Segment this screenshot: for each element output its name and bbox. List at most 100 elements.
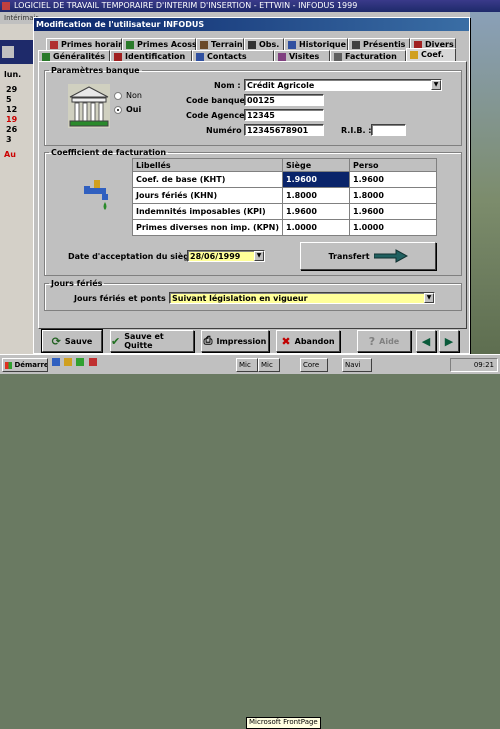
background-window-title: LOGICIEL DE TRAVAIL TEMPORAIRE D'INTERIM… (0, 0, 500, 12)
table-row: Primes diverses non imp. (KPN) 1.0000 1.… (131, 219, 437, 236)
tab-terrain[interactable]: Terrain (196, 38, 244, 50)
header-siege[interactable]: Siège (282, 158, 351, 172)
perso-cell[interactable]: 1.0000 (349, 219, 437, 236)
user-edit-dialog: Modification de l'utilisateur INFODUS Pr… (33, 17, 470, 354)
siege-cell[interactable]: 1.9600 (282, 203, 351, 220)
background-image (470, 12, 500, 354)
table-header-row: Libellés Siège Perso (131, 158, 437, 172)
acceptance-date-label: Date d'acceptation du siège : (68, 252, 201, 261)
tab-presentis[interactable]: Présentis (348, 38, 410, 50)
tab-obs[interactable]: Obs. (244, 38, 284, 50)
holidays-select[interactable]: Suivant législation en vigueur ▼ (169, 292, 435, 304)
explorer-icon[interactable] (64, 358, 73, 366)
rib-label: R.I.B. : (341, 126, 372, 135)
task-button[interactable]: Core (300, 358, 328, 372)
calendar-icon (278, 53, 286, 61)
arrow-right-icon: ▶ (444, 334, 454, 348)
start-button[interactable]: Démarrer (2, 358, 48, 372)
perso-cell[interactable]: 1.9600 (349, 171, 437, 188)
taskbar: Démarrer Mic Mic Core Navi Microsoft Fro… (0, 354, 500, 729)
agency-code-label: Code Agence : (186, 111, 251, 120)
app-icon[interactable] (88, 358, 97, 366)
rib-input[interactable] (371, 124, 406, 136)
id-card-icon (114, 53, 122, 61)
tab-coef[interactable]: Coef. (406, 48, 456, 62)
chevron-down-icon[interactable]: ▼ (254, 251, 264, 261)
siege-cell[interactable]: 1.9600 (282, 171, 351, 188)
perso-cell[interactable]: 1.8000 (349, 187, 437, 204)
save-and-quit-button[interactable]: ✔ Sauve et Quitte (110, 330, 194, 352)
task-button[interactable]: Mic (236, 358, 258, 372)
header-libelles[interactable]: Libellés (131, 158, 284, 172)
tools-icon (200, 41, 208, 49)
row-label: Jours fériés (KHN) (131, 187, 284, 204)
tab-historique[interactable]: Historique (284, 38, 348, 50)
bank-parameters-legend: Paramètres banque (51, 66, 140, 75)
account-number-input[interactable]: 12345678901 (244, 124, 324, 136)
header-perso[interactable]: Perso (349, 158, 437, 172)
print-button[interactable]: ⎙ Impression (201, 330, 269, 352)
agency-code-input[interactable]: 12345 (244, 109, 324, 121)
holidays-legend: Jours fériés (51, 279, 103, 288)
row-label: Coef. de base (KHT) (131, 171, 284, 188)
arrow-right-icon (373, 249, 408, 263)
history-icon (288, 41, 296, 49)
close-icon: ✖ (281, 334, 291, 348)
system-tray: 09:21 (450, 358, 498, 372)
tab-primes-acoss[interactable]: Primes Acoss (122, 38, 197, 50)
people-icon (352, 41, 360, 49)
help-icon: ? (368, 334, 376, 348)
radio-oui[interactable] (114, 106, 122, 114)
app-icon (2, 2, 10, 10)
percent-icon (410, 51, 418, 59)
row-label: Primes diverses non imp. (KPN) (131, 219, 284, 236)
next-button[interactable]: ▶ (439, 330, 459, 352)
clock[interactable]: 09:21 (474, 361, 494, 369)
app-icon[interactable] (76, 358, 85, 366)
pen-icon (248, 41, 256, 49)
printer-icon: ⎙ (203, 334, 213, 347)
chevron-down-icon[interactable]: ▼ (424, 293, 434, 303)
faucet-icon (84, 180, 108, 210)
holidays-label: Jours fériés et ponts : (74, 294, 172, 303)
contacts-icon (196, 53, 204, 61)
bank-name-select[interactable]: Crédit Agricole ▼ (244, 79, 442, 91)
transfert-button[interactable]: Transfert (300, 242, 436, 270)
back-arrow-icon[interactable] (2, 46, 14, 58)
siege-cell[interactable]: 1.0000 (282, 219, 351, 236)
windows-logo-icon (5, 361, 12, 369)
bank-code-label: Code banque : (186, 96, 251, 105)
background-window-title-text: LOGICIEL DE TRAVAIL TEMPORAIRE D'INTERIM… (14, 1, 358, 10)
dialog-title: Modification de l'utilisateur INFODUS (36, 20, 205, 29)
invoice-icon (334, 53, 342, 61)
browser-icon[interactable] (52, 358, 60, 366)
radio-oui-label: Oui (126, 105, 142, 114)
list-icon (42, 53, 50, 61)
previous-button[interactable]: ◀ (416, 330, 436, 352)
acceptance-date-select[interactable]: 28/06/1999 ▼ (187, 250, 265, 262)
perso-cell[interactable]: 1.9600 (349, 203, 437, 220)
task-button[interactable]: Navi (342, 358, 372, 372)
tooltip: Microsoft FrontPage (246, 717, 321, 729)
radio-non-label: Non (126, 91, 142, 100)
help-button[interactable]: ? Aide (357, 330, 411, 352)
bank-code-input[interactable]: 00125 (244, 94, 324, 106)
quick-launch (50, 358, 114, 372)
table-row: Indemnités imposables (KPI) 1.9600 1.960… (131, 203, 437, 220)
chevron-down-icon[interactable]: ▼ (431, 80, 441, 90)
checkmark-icon: ✔ (111, 334, 121, 348)
row-label: Indemnités imposables (KPI) (131, 203, 284, 220)
task-button[interactable]: Mic (258, 358, 280, 372)
tab-primes-horaires[interactable]: Primes horaires (46, 38, 132, 50)
bank-name-label: Nom : (214, 81, 241, 90)
cancel-button[interactable]: ✖ Abandon (276, 330, 340, 352)
radio-non[interactable] (114, 92, 122, 100)
refresh-icon: ⟳ (51, 334, 61, 348)
siege-cell[interactable]: 1.8000 (282, 187, 351, 204)
money-icon (126, 41, 134, 49)
save-button[interactable]: ⟳ Sauve (41, 329, 103, 353)
bank-building-icon (68, 84, 110, 128)
billing-coef-legend: Coefficient de facturation (51, 148, 167, 157)
table-row: Jours fériés (KHN) 1.8000 1.8000 (131, 187, 437, 204)
dialog-title-bar[interactable]: Modification de l'utilisateur INFODUS (34, 18, 469, 31)
